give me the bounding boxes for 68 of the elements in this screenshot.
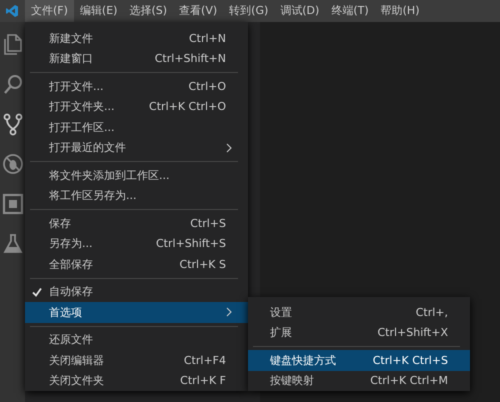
menu-bar-item[interactable]: 文件(F) [25, 0, 74, 22]
shortcut-text: Ctrl+O [188, 80, 226, 93]
menu-item[interactable]: 还原文件 [25, 330, 248, 350]
shortcut-text: Ctrl+K Ctrl+M [370, 374, 448, 388]
menu-item-label: 保存 [49, 216, 72, 231]
shortcut-text: Ctrl+S [190, 216, 226, 230]
menu-item-label: 将工作区另存为... [49, 188, 138, 204]
shortcut-text: Ctrl+N [188, 32, 226, 45]
shortcut-text: Ctrl+K F [180, 374, 226, 388]
menu-item-label: 另存为... [49, 236, 94, 252]
menu-item[interactable]: 将文件夹添加到工作区... [25, 165, 248, 186]
shortcut-text: Ctrl+, [416, 306, 448, 319]
menu-item[interactable]: 扩展 Ctrl+Shift+X [248, 322, 470, 343]
menu-item[interactable]: 打开工作区... [25, 117, 248, 138]
menu-item[interactable]: 保存 Ctrl+S [25, 213, 248, 234]
menu-item[interactable]: 关闭文件夹 Ctrl+K F [25, 370, 248, 391]
menu-bar-item[interactable]: 编辑(E) [74, 0, 124, 22]
logo-icon [5, 4, 19, 18]
shortcut-text: Ctrl+K S [180, 258, 226, 271]
menu-item-label: 还原文件 [49, 332, 94, 348]
menu-item[interactable]: 新建文件 Ctrl+N [25, 28, 248, 48]
menu-bar-item[interactable]: 查看(V) [173, 0, 224, 22]
menu-item-label: 打开文件夹... [49, 99, 116, 114]
menu-item[interactable]: 另存为... Ctrl+Shift+S [25, 234, 248, 254]
menu-bar-item[interactable]: 转到(G) [223, 0, 274, 22]
menu-bar-item[interactable]: 帮助(H) [374, 0, 426, 22]
shortcut-text: Ctrl+F4 [184, 354, 226, 367]
menu-bar-item[interactable]: 调试(D) [274, 0, 326, 22]
menu-item-label: 打开最近的文件 [49, 140, 127, 156]
menu-item-label: 关闭文件夹 [49, 373, 105, 388]
menu-item[interactable]: 新建窗口 Ctrl+Shift+N [25, 48, 248, 69]
flask-icon[interactable] [1, 232, 25, 256]
menu-item[interactable]: 首选项 [25, 302, 248, 322]
menu-item-label: 键盘快捷方式 [270, 352, 337, 368]
menu-item[interactable]: 打开文件... Ctrl+O [25, 76, 248, 96]
menu-item[interactable]: 全部保存 Ctrl+K S [25, 254, 248, 274]
menu-item-label: 扩展 [270, 325, 293, 340]
menu-item[interactable]: 按键映射 Ctrl+K Ctrl+M [248, 370, 470, 391]
menu-item-label: 自动保存 [49, 284, 94, 300]
shortcut-text: Ctrl+Shift+S [156, 237, 226, 250]
menu-item[interactable]: 自动保存 [25, 282, 248, 302]
files-icon[interactable] [1, 32, 25, 56]
shortcut-text: Ctrl+K Ctrl+S [372, 354, 448, 367]
menu-item-label: 将文件夹添加到工作区... [49, 168, 170, 183]
menu-item-label: 首选项 [49, 304, 83, 320]
menu-item-label: 打开工作区... [49, 120, 116, 135]
menu-item-label: 设置 [270, 304, 293, 320]
menu-item-label: 新建窗口 [49, 51, 94, 66]
shortcut-text: Ctrl+Shift+X [377, 326, 448, 340]
menu-item[interactable]: 打开文件夹... Ctrl+K Ctrl+O [25, 96, 248, 117]
bug-icon[interactable] [1, 152, 25, 176]
menu-item[interactable]: 关闭编辑器 Ctrl+F4 [25, 350, 248, 370]
shortcut-text: Ctrl+Shift+N [154, 52, 226, 66]
menu-item-label: 全部保存 [49, 256, 94, 272]
menu-item[interactable]: 打开最近的文件 [25, 138, 248, 158]
menu-item[interactable]: 将工作区另存为... [25, 186, 248, 206]
menu-item-label: 关闭编辑器 [49, 352, 105, 368]
menu-bar-item[interactable]: 选择(S) [123, 0, 174, 22]
menu-item[interactable]: 设置 Ctrl+, [248, 302, 470, 322]
menu-item-label: 打开文件... [49, 78, 104, 94]
menu-bar-item[interactable]: 终端(T) [325, 0, 375, 22]
shortcut-text: Ctrl+K Ctrl+O [149, 100, 226, 114]
menu-item-label: 新建文件 [49, 30, 94, 46]
search-icon[interactable] [1, 72, 25, 96]
menu-item-label: 按键映射 [270, 373, 315, 388]
branch-icon[interactable] [1, 112, 25, 136]
extensions-icon[interactable] [1, 192, 25, 216]
menu-item[interactable]: 键盘快捷方式 Ctrl+K Ctrl+S [248, 350, 470, 370]
